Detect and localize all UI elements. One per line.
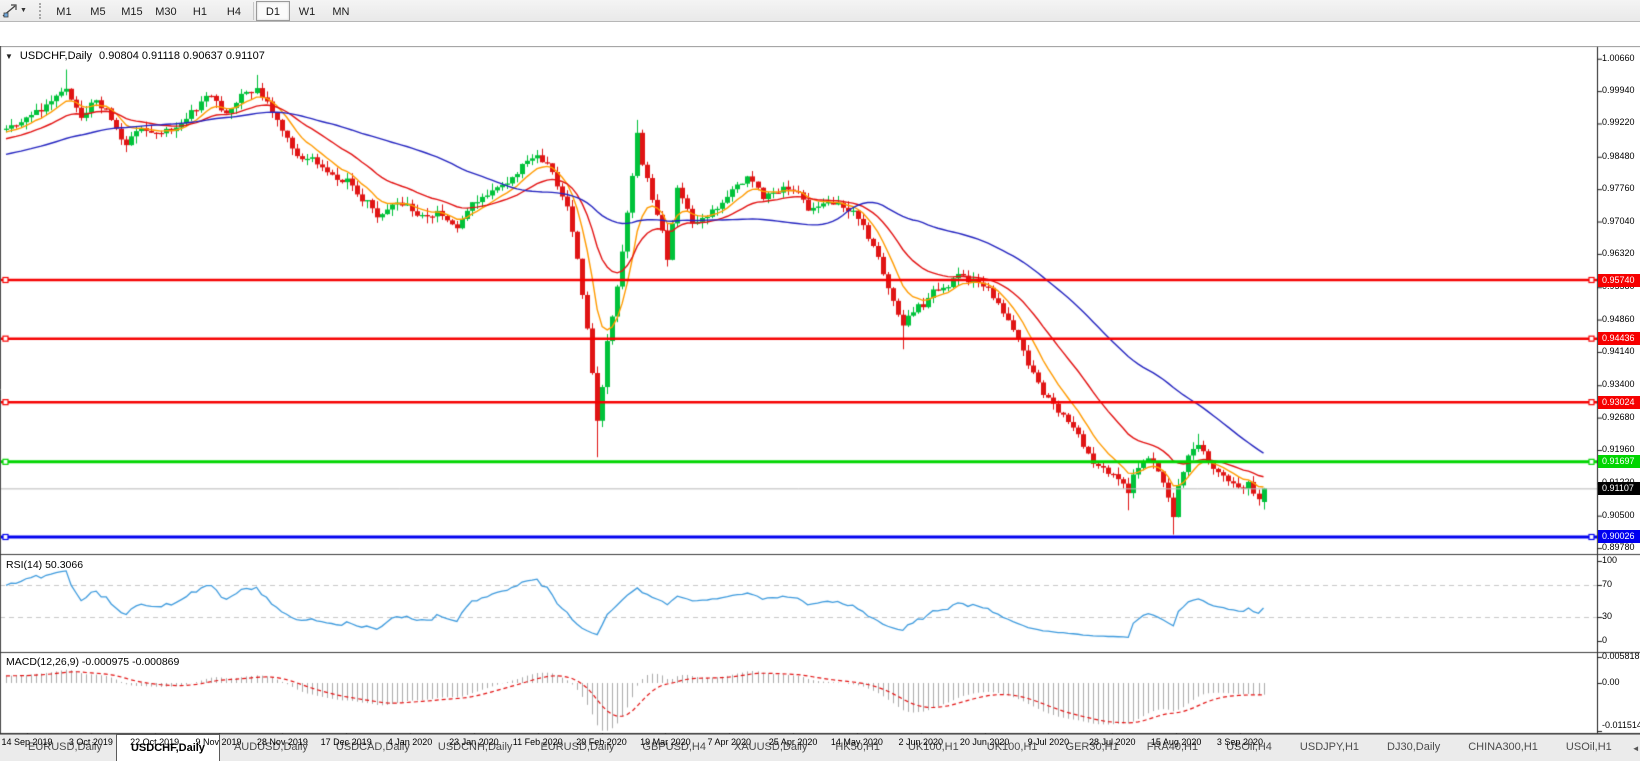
timeframe-button-w1[interactable]: W1: [290, 1, 324, 21]
price-axis[interactable]: [1597, 46, 1640, 733]
trading-terminal: ▼ M1M5M15M30H1H4D1W1MN ▼ USDCHF,Daily 0.…: [0, 0, 1640, 761]
timeframe-button-h1[interactable]: H1: [183, 1, 217, 21]
macd-indicator-label: MACD(12,26,9) -0.000975 -0.000869: [6, 656, 179, 668]
timeframe-button-mn[interactable]: MN: [324, 1, 358, 21]
time-axis[interactable]: [0, 733, 1597, 757]
chevron-down-icon: ▼: [20, 7, 27, 14]
timeframe-buttons: M1M5M15M30H1H4D1W1MN: [47, 1, 358, 21]
toolbar-grip[interactable]: [39, 3, 41, 19]
toolbar: ▼ M1M5M15M30H1H4D1W1MN: [0, 0, 1640, 22]
rsi-indicator-label: RSI(14) 50.3066: [6, 559, 83, 571]
trendline-tool-icon: [2, 4, 17, 18]
chart-title: ▼ USDCHF,Daily 0.90804 0.91118 0.90637 0…: [5, 50, 265, 62]
timeframe-button-m1[interactable]: M1: [47, 1, 81, 21]
chart-window: ▼ USDCHF,Daily 0.90804 0.91118 0.90637 0…: [0, 23, 1640, 734]
chart-collapse-icon[interactable]: ▼: [5, 52, 13, 61]
timeframe-button-d1[interactable]: D1: [256, 1, 290, 21]
timeframe-button-m15[interactable]: M15: [115, 1, 149, 21]
timeframe-button-m5[interactable]: M5: [81, 1, 115, 21]
timeframe-button-m30[interactable]: M30: [149, 1, 183, 21]
timeframe-button-h4[interactable]: H4: [217, 1, 251, 21]
chart-symbol-label: USDCHF,Daily: [20, 50, 92, 62]
chart-ohlc-values: 0.90804 0.91118 0.90637 0.91107: [99, 50, 265, 62]
toolbar-separator: [253, 2, 254, 20]
chart-canvas[interactable]: [0, 46, 1640, 757]
trendline-tool-button[interactable]: ▼: [0, 0, 33, 22]
tab-scroll-left-icon[interactable]: ◄: [1632, 744, 1640, 753]
